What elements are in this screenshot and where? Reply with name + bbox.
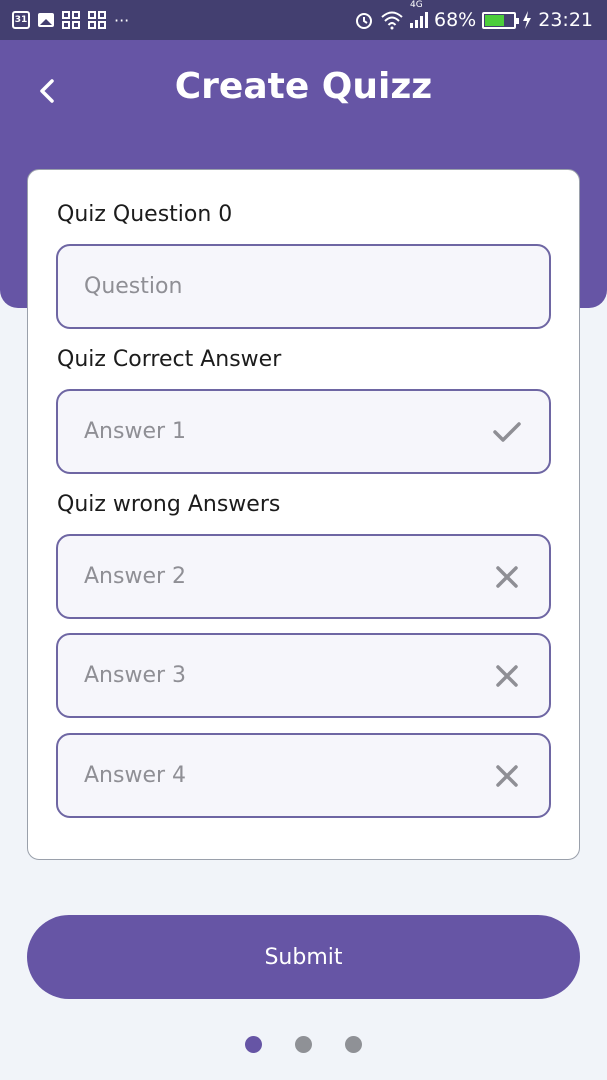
wrong-answers-label: Quiz wrong Answers bbox=[57, 492, 281, 517]
wrong-answer-input[interactable] bbox=[84, 663, 491, 688]
question-label: Quiz Question 0 bbox=[57, 202, 233, 227]
image-icon bbox=[38, 13, 54, 27]
wrong-answer-field[interactable] bbox=[56, 534, 551, 619]
page-dot[interactable] bbox=[295, 1036, 312, 1053]
wrong-answer-field[interactable] bbox=[56, 733, 551, 818]
battery-percent: 68% bbox=[434, 9, 477, 31]
correct-answer-field[interactable] bbox=[56, 389, 551, 474]
alarm-icon bbox=[356, 13, 372, 29]
status-bar-notifications: 31 ··· bbox=[12, 0, 129, 40]
question-field[interactable] bbox=[56, 244, 551, 329]
page-title: Create Quizz bbox=[174, 66, 433, 107]
cell-signal-icon: 4G bbox=[410, 0, 428, 28]
grid-app-icon bbox=[88, 11, 106, 29]
wrong-answer-input[interactable] bbox=[84, 763, 491, 788]
status-bar: 31 ··· 4G 68% 23:21 bbox=[0, 0, 607, 40]
correct-answer-input[interactable] bbox=[84, 419, 491, 444]
status-bar-system: 4G 68% 23:21 bbox=[354, 0, 593, 40]
more-notifications: ··· bbox=[114, 10, 130, 30]
check-icon[interactable] bbox=[491, 416, 523, 448]
clock: 23:21 bbox=[538, 9, 593, 31]
close-icon[interactable] bbox=[491, 561, 523, 593]
wifi-icon bbox=[381, 11, 403, 30]
page-dot[interactable] bbox=[245, 1036, 262, 1053]
page-dot[interactable] bbox=[345, 1036, 362, 1053]
calendar-icon: 31 bbox=[12, 11, 30, 29]
battery-icon bbox=[482, 11, 520, 29]
correct-answer-label: Quiz Correct Answer bbox=[57, 347, 282, 372]
battery-level bbox=[485, 14, 505, 26]
quiz-form-card: Quiz Question 0 Quiz Correct Answer Quiz… bbox=[27, 169, 580, 860]
close-icon[interactable] bbox=[491, 660, 523, 692]
network-type: 4G bbox=[410, 0, 423, 10]
close-icon[interactable] bbox=[491, 760, 523, 792]
submit-button[interactable]: Submit bbox=[27, 915, 580, 999]
grid-app-icon bbox=[62, 11, 80, 29]
charging-icon bbox=[523, 11, 532, 29]
wrong-answer-input[interactable] bbox=[84, 564, 491, 589]
wrong-answer-field[interactable] bbox=[56, 633, 551, 718]
question-input[interactable] bbox=[84, 274, 523, 299]
page-indicator bbox=[0, 1036, 607, 1053]
